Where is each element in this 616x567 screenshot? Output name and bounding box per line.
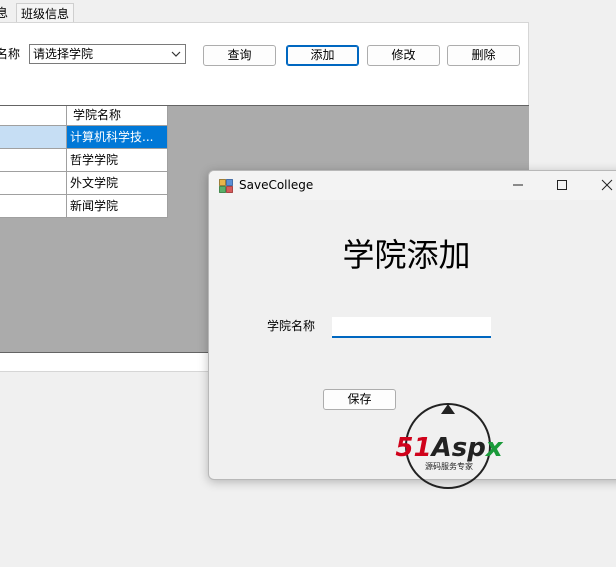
table-row[interactable]: 哲学学院	[67, 149, 168, 172]
query-button[interactable]: 查询	[203, 45, 276, 66]
tab-class-info-label: 班级信息	[21, 7, 70, 21]
dialog-titlebar[interactable]: SaveCollege	[209, 171, 616, 200]
grid-corner-header	[0, 106, 67, 126]
college-select[interactable]: 请选择学院	[29, 44, 186, 64]
table-row[interactable]: 外文学院	[67, 172, 168, 195]
college-name-input[interactable]	[332, 317, 491, 338]
add-button[interactable]: 添加	[286, 45, 359, 66]
close-icon[interactable]	[595, 175, 616, 195]
edit-button[interactable]: 修改	[367, 45, 440, 66]
delete-button[interactable]: 删除	[447, 45, 520, 66]
tab-info[interactable]: 息	[0, 3, 16, 23]
tab-class-info[interactable]: 班级信息	[16, 3, 74, 23]
grid-row-header[interactable]	[0, 149, 67, 172]
tab-info-label: 息	[0, 6, 9, 20]
grid-row-header[interactable]	[0, 172, 67, 195]
college-select-value: 请选择学院	[33, 47, 94, 61]
grid-row-header[interactable]	[0, 195, 67, 218]
college-filter-label: 名称	[0, 47, 20, 61]
dialog-title: SaveCollege	[239, 178, 314, 192]
maximize-icon[interactable]	[550, 175, 574, 195]
college-name-label: 学院名称	[267, 319, 316, 333]
minimize-icon[interactable]	[506, 175, 530, 195]
grid-row-header[interactable]	[0, 126, 67, 149]
form-heading: 学院添加	[342, 236, 471, 274]
watermark-logo: 51Aspx 源码服务专家	[395, 403, 504, 489]
grid-column-header[interactable]: 学院名称	[67, 106, 168, 126]
table-row[interactable]: 新闻学院	[67, 195, 168, 218]
table-row[interactable]: 计算机科学技...	[67, 126, 168, 149]
svg-text:51Aspx: 51Aspx	[395, 433, 503, 463]
app-icon	[219, 179, 233, 193]
svg-text:源码服务专家: 源码服务专家	[425, 461, 473, 471]
chevron-down-icon	[171, 51, 181, 57]
